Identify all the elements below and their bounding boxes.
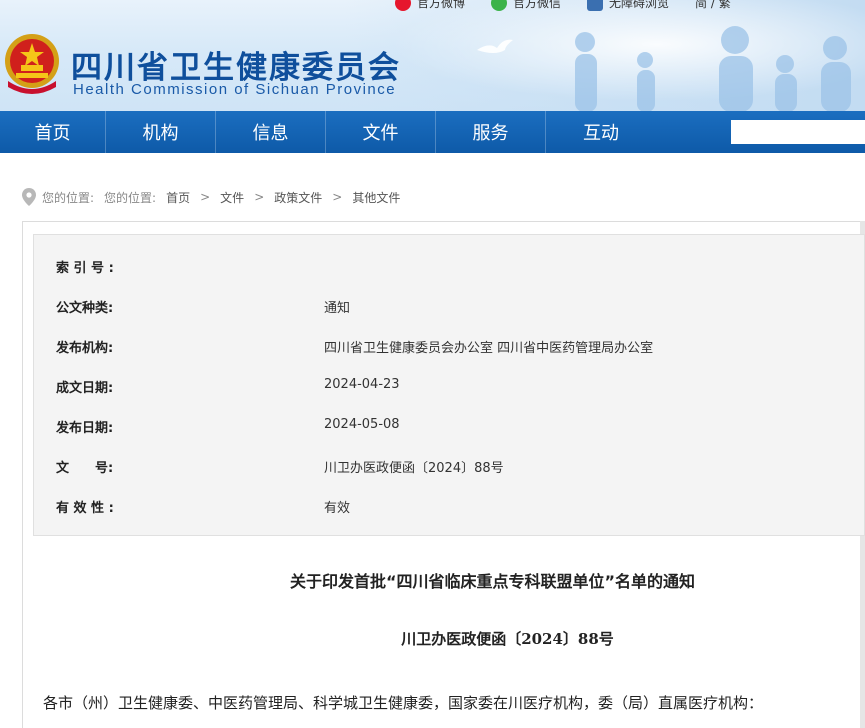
meta-value: 川卫办医政便函〔2024〕88号 [324, 461, 504, 476]
family-silhouette-icon [575, 26, 851, 111]
breadcrumb-separator: > [200, 190, 211, 204]
meta-key: 发布日期: [56, 421, 114, 436]
breadcrumb-label-2: 您的位置: [104, 190, 157, 205]
top-links: 官方微博 官方微信 无障碍浏览 简 / 繁 [395, 0, 731, 11]
location-pin-icon [22, 188, 36, 206]
meta-value: 有效 [324, 501, 351, 516]
dove-icon [477, 39, 513, 53]
site-subtitle: Health Commission of Sichuan Province [73, 81, 397, 98]
meta-key: 公文种类: [56, 301, 114, 316]
site-header: 官方微博 官方微信 无障碍浏览 简 / 繁 四川省卫生健康委员会 Health … [0, 0, 865, 111]
nav-information[interactable]: 信息 [216, 111, 326, 153]
meta-key: 成文日期: [56, 381, 114, 396]
nav-interaction[interactable]: 互动 [546, 111, 656, 153]
weibo-label: 官方微博 [417, 0, 466, 10]
meta-value: 四川省卫生健康委员会办公室 四川省中医药管理局办公室 [324, 341, 654, 356]
meta-row-written-date: 成文日期: 2024-04-23 [56, 377, 836, 397]
breadcrumb-label: 您的位置: [42, 190, 95, 205]
main-nav: 首页 机构 信息 文件 服务 互动 [0, 111, 865, 153]
meta-value: 2024-04-23 [324, 377, 400, 392]
breadcrumb-policy-documents[interactable]: 政策文件 [274, 189, 322, 206]
breadcrumb-separator: > [332, 190, 343, 204]
national-emblem-icon [5, 34, 59, 94]
meta-row-publish-date: 发布日期: 2024-05-08 [56, 417, 836, 437]
wechat-icon [491, 0, 508, 11]
language-label: 简 / 繁 [695, 0, 731, 10]
weibo-link[interactable]: 官方微博 [395, 0, 465, 11]
breadcrumb-other-documents[interactable]: 其他文件 [352, 189, 400, 206]
breadcrumb-documents[interactable]: 文件 [220, 189, 244, 206]
meta-row-issuer: 发布机构: 四川省卫生健康委员会办公室 四川省中医药管理局办公室 [56, 337, 836, 357]
meta-key: 文 号: [56, 461, 114, 476]
document-title: 关于印发首批“四川省临床重点专科联盟单位”名单的通知 [289, 572, 696, 591]
meta-key: 索 引 号 : [56, 261, 114, 276]
document-metadata: 索 引 号 : 公文种类: 通知 发布机构: 四川省卫生健康委员会办公室 四川省… [33, 234, 865, 536]
breadcrumb: 您的位置: 您的位置: 首页 > 文件 > 政策文件 > 其他文件 [22, 188, 410, 206]
wechat-label: 官方微信 [513, 0, 562, 10]
meta-row-doc-number: 文 号: 川卫办医政便函〔2024〕88号 [56, 457, 836, 477]
weibo-icon [395, 0, 411, 11]
meta-row-type: 公文种类: 通知 [56, 297, 836, 317]
accessibility-link[interactable]: 无障碍浏览 [587, 0, 669, 11]
nav-documents[interactable]: 文件 [326, 111, 436, 153]
document-number: 川卫办医政便函〔2024〕88号 [401, 630, 614, 648]
meta-row-validity: 有 效 性 : 有效 [56, 497, 836, 517]
search-input[interactable] [731, 120, 865, 144]
nav-home[interactable]: 首页 [0, 111, 106, 153]
nav-organization[interactable]: 机构 [106, 111, 216, 153]
breadcrumb-separator: > [254, 190, 265, 204]
wechat-link[interactable]: 官方微信 [491, 0, 561, 11]
meta-value: 2024-05-08 [324, 417, 400, 432]
document-salutation: 各市（州）卫生健康委、中医药管理局、科学城卫生健康委，国家委在川医疗机构，委（局… [43, 694, 764, 712]
meta-key: 发布机构: [56, 341, 114, 356]
meta-row-index: 索 引 号 : [56, 257, 836, 277]
meta-value: 通知 [324, 301, 351, 316]
nav-services[interactable]: 服务 [436, 111, 546, 153]
accessibility-icon [587, 0, 604, 11]
language-toggle[interactable]: 简 / 繁 [695, 0, 731, 11]
meta-key: 有 效 性 : [56, 501, 114, 516]
accessibility-label: 无障碍浏览 [609, 0, 670, 10]
breadcrumb-home[interactable]: 首页 [166, 189, 190, 206]
